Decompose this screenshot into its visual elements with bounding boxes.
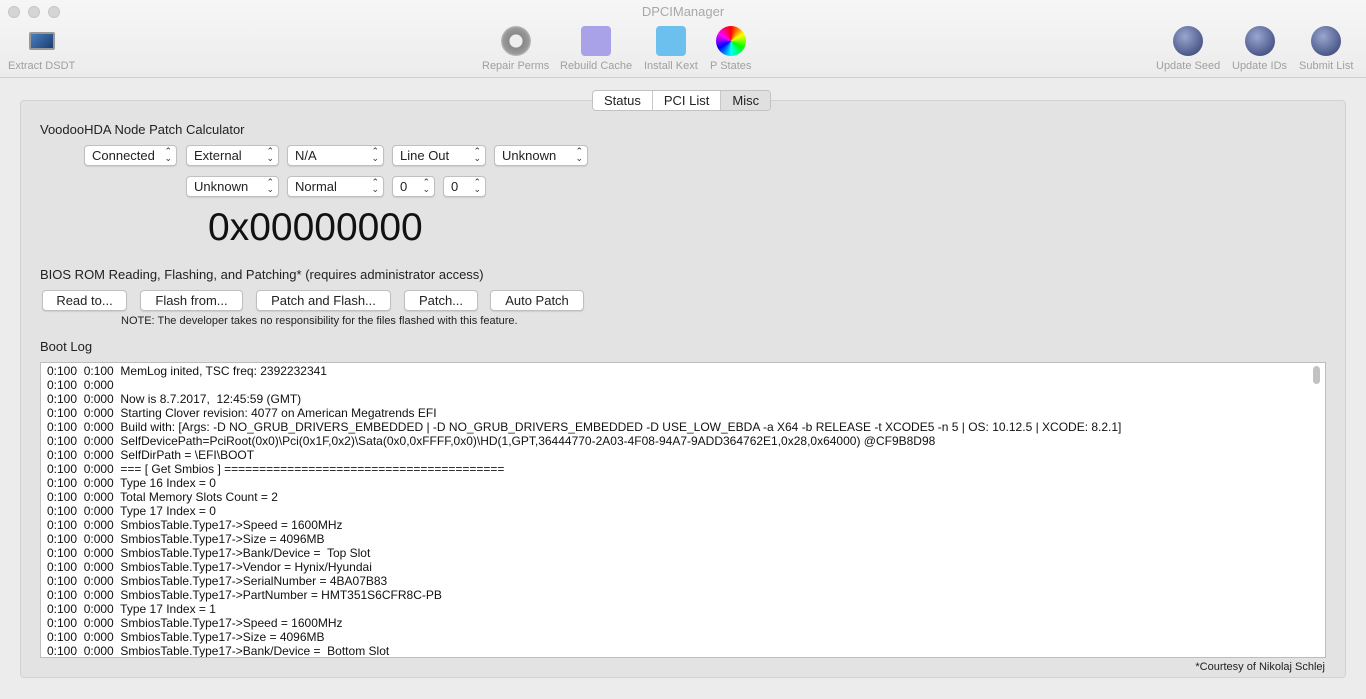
update-ids-label: Update IDs (1232, 60, 1288, 72)
chevron-updown-icon: ⌃ ⌄ (164, 146, 172, 163)
log-line: 0:100 0:000 SmbiosTable.Type17->PartNumb… (47, 588, 442, 602)
sequence-select[interactable]: 0 ⌃ ⌄ (443, 176, 486, 197)
log-line: 0:100 0:000 SmbiosTable.Type17->Size = 4… (47, 630, 325, 644)
folder-kext-icon (655, 26, 686, 56)
log-line: 0:100 0:000 SmbiosTable.Type17->Speed = … (47, 518, 343, 532)
log-line: 0:100 0:000 SmbiosTable.Type17->Bank/Dev… (47, 644, 390, 658)
log-line: 0:100 0:000 Type 16 Index = 0 (47, 476, 216, 490)
log-line: 0:100 0:000 SmbiosTable.Type17->SerialNu… (47, 574, 388, 588)
auto-patch-button[interactable]: Auto Patch (490, 290, 584, 311)
select-value: 0 (451, 179, 459, 194)
bios-title: BIOS ROM Reading, Flashing, and Patching… (40, 267, 484, 282)
globe-icon (1311, 26, 1342, 56)
repair-perms-label: Repair Perms (482, 60, 550, 72)
titlebar: DPCIManager Extract DSDT Repair Perms Re… (0, 0, 1366, 78)
submit-list-label: Submit List (1299, 60, 1354, 72)
chevron-updown-icon: ⌃ ⌄ (473, 146, 481, 163)
globe-icon (1244, 26, 1275, 56)
boot-log-textarea[interactable]: 0:100 0:100 MemLog inited, TSC freq: 239… (40, 362, 1326, 658)
repair-perms-button[interactable]: Repair Perms (482, 26, 549, 72)
extract-dsdt-label: Extract DSDT (8, 60, 76, 72)
log-line: 0:100 0:000 Build with: [Args: -D NO_GRU… (47, 420, 1122, 434)
read-to-button[interactable]: Read to... (42, 290, 127, 311)
select-value: Unknown (502, 148, 557, 163)
log-line: 0:100 0:000 Total Memory Slots Count = 2 (47, 490, 278, 504)
globe-icon (1173, 26, 1204, 56)
chevron-updown-icon: ⌃ ⌄ (371, 146, 379, 163)
update-ids-button[interactable]: Update IDs (1232, 26, 1287, 72)
log-line: 0:100 0:000 SelfDirPath = \EFI\BOOT (47, 448, 255, 462)
install-kext-label: Install Kext (644, 60, 698, 72)
log-line: 0:100 0:000 SmbiosTable.Type17->Vendor =… (47, 560, 372, 574)
update-seed-label: Update Seed (1156, 60, 1221, 72)
chevron-updown-icon: ⌃ ⌄ (371, 177, 379, 194)
select-value: Connected (92, 148, 155, 163)
log-line: 0:100 0:000 SmbiosTable.Type17->Bank/Dev… (47, 546, 371, 560)
log-line: 0:100 0:000 (47, 378, 114, 392)
log-line: 0:100 0:000 Now is 8.7.2017, 12:45:59 (G… (47, 392, 302, 406)
connector-select[interactable]: Unknown ⌃ ⌄ (494, 145, 588, 166)
log-line: 0:100 0:000 === [ Get Smbios ] =========… (47, 462, 505, 476)
log-line: 0:100 0:000 Starting Clover revision: 40… (47, 406, 437, 420)
connection-select[interactable]: Connected ⌃ ⌄ (84, 145, 177, 166)
position-select[interactable]: N/A ⌃ ⌄ (287, 145, 384, 166)
log-line: 0:100 0:000 SmbiosTable.Type17->Size = 4… (47, 532, 325, 546)
location-select[interactable]: External ⌃ ⌄ (186, 145, 279, 166)
select-value: External (194, 148, 242, 163)
install-kext-button[interactable]: Install Kext (644, 26, 698, 72)
log-line: 0:100 0:000 Type 17 Index = 0 (47, 504, 216, 518)
chevron-updown-icon: ⌃ ⌄ (575, 146, 583, 163)
patch-and-flash-button[interactable]: Patch and Flash... (256, 290, 391, 311)
flash-from-button[interactable]: Flash from... (140, 290, 243, 311)
select-value: N/A (295, 148, 317, 163)
extract-dsdt-button[interactable]: Extract DSDT (8, 26, 75, 72)
chevron-updown-icon: ⌃ ⌄ (266, 177, 274, 194)
p-states-button[interactable]: P States (710, 26, 751, 72)
log-line: 0:100 0:000 SelfDevicePath=PciRoot(0x0)\… (47, 434, 936, 448)
tab-bar: Status PCI List Misc (592, 90, 772, 111)
submit-list-button[interactable]: Submit List (1299, 26, 1353, 72)
gear-icon (500, 26, 531, 56)
log-line: 0:100 0:000 SmbiosTable.Type17->Speed = … (47, 616, 343, 630)
select-value: 0 (400, 179, 408, 194)
patch-result: 0x00000000 (208, 206, 423, 249)
patch-button[interactable]: Patch... (404, 290, 478, 311)
rebuild-cache-button[interactable]: Rebuild Cache (560, 26, 632, 72)
p-states-label: P States (710, 60, 752, 72)
rebuild-cache-label: Rebuild Cache (560, 60, 633, 72)
select-value: Line Out (400, 148, 450, 163)
update-seed-button[interactable]: Update Seed (1156, 26, 1220, 72)
tab-misc[interactable]: Misc (721, 91, 771, 110)
color-wheel-icon (715, 26, 746, 56)
laptop-icon (28, 32, 55, 50)
device-select[interactable]: Line Out ⌃ ⌄ (392, 145, 486, 166)
folder-gear-icon (581, 26, 612, 56)
select-value: Unknown (194, 179, 249, 194)
misc-select[interactable]: Normal ⌃ ⌄ (287, 176, 384, 197)
courtesy-note: *Courtesy of Nikolaj Schlej (1195, 661, 1325, 673)
boot-log-lines: 0:100 0:100 MemLog inited, TSC freq: 239… (41, 363, 1325, 658)
calculator-title: VoodooHDA Node Patch Calculator (40, 122, 245, 137)
scrollbar[interactable] (1313, 366, 1320, 384)
chevron-updown-icon: ⌃ ⌄ (266, 146, 274, 163)
boot-log-title: Boot Log (40, 339, 93, 354)
window-title: DPCIManager (641, 4, 725, 19)
tab-pci-list[interactable]: PCI List (653, 91, 722, 110)
tab-status[interactable]: Status (593, 91, 653, 110)
color-select[interactable]: Unknown ⌃ ⌄ (186, 176, 279, 197)
log-line: 0:100 0:100 MemLog inited, TSC freq: 239… (47, 364, 327, 378)
disclaimer-note: NOTE: The developer takes no responsibil… (121, 315, 518, 327)
select-value: Normal (295, 179, 337, 194)
log-line: 0:100 0:000 Type 17 Index = 1 (47, 602, 216, 616)
chevron-updown-icon: ⌃ ⌄ (473, 177, 481, 194)
chevron-updown-icon: ⌃ ⌄ (422, 177, 430, 194)
association-select[interactable]: 0 ⌃ ⌄ (392, 176, 435, 197)
